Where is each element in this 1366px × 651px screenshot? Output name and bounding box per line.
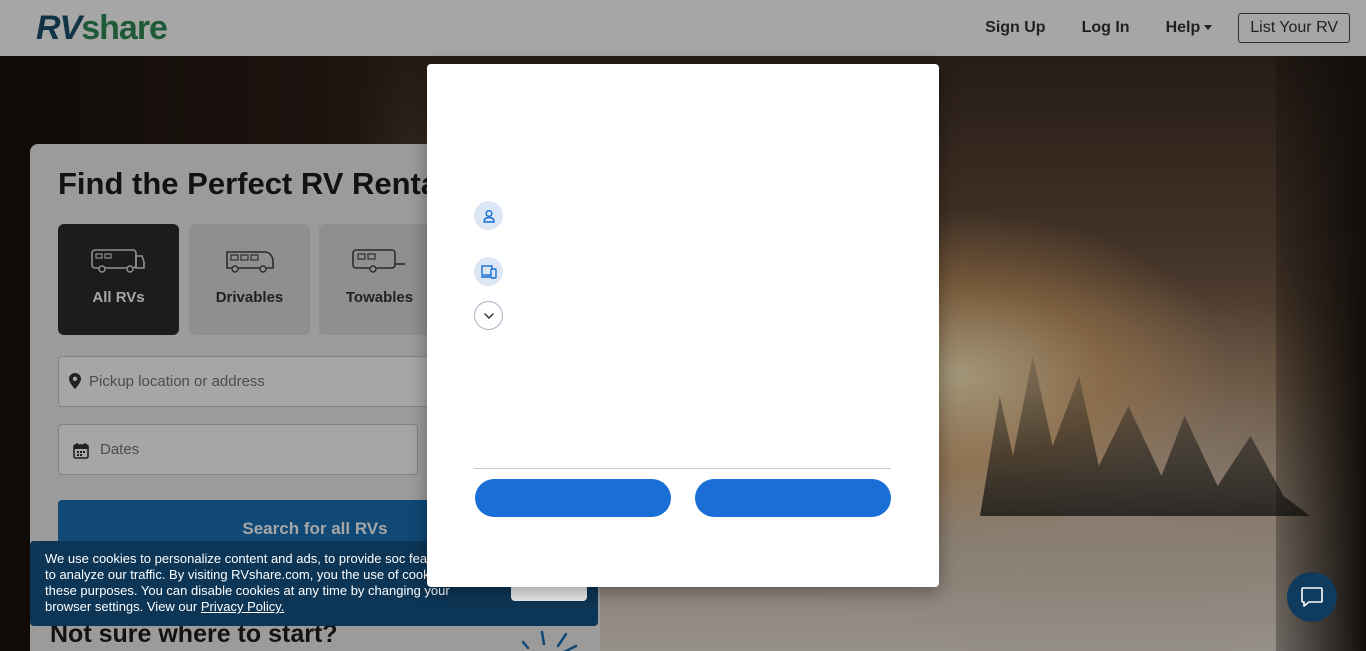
modal-person-button[interactable] [474,201,503,230]
chevron-down-icon [483,312,494,319]
modal-primary-button-left[interactable] [475,479,671,517]
cookie-text: We use cookies to personalize content an… [45,551,490,615]
devices-icon [480,264,497,279]
modal-primary-button-right[interactable] [695,479,891,517]
modal-dialog [427,64,939,587]
modal-expand-button[interactable] [474,301,503,330]
chat-button[interactable] [1287,572,1337,622]
person-icon [482,209,495,223]
modal-divider [474,468,891,469]
privacy-policy-link[interactable]: Privacy Policy. [201,599,285,614]
chat-bubble-icon [1301,587,1323,607]
modal-devices-button[interactable] [474,257,503,286]
